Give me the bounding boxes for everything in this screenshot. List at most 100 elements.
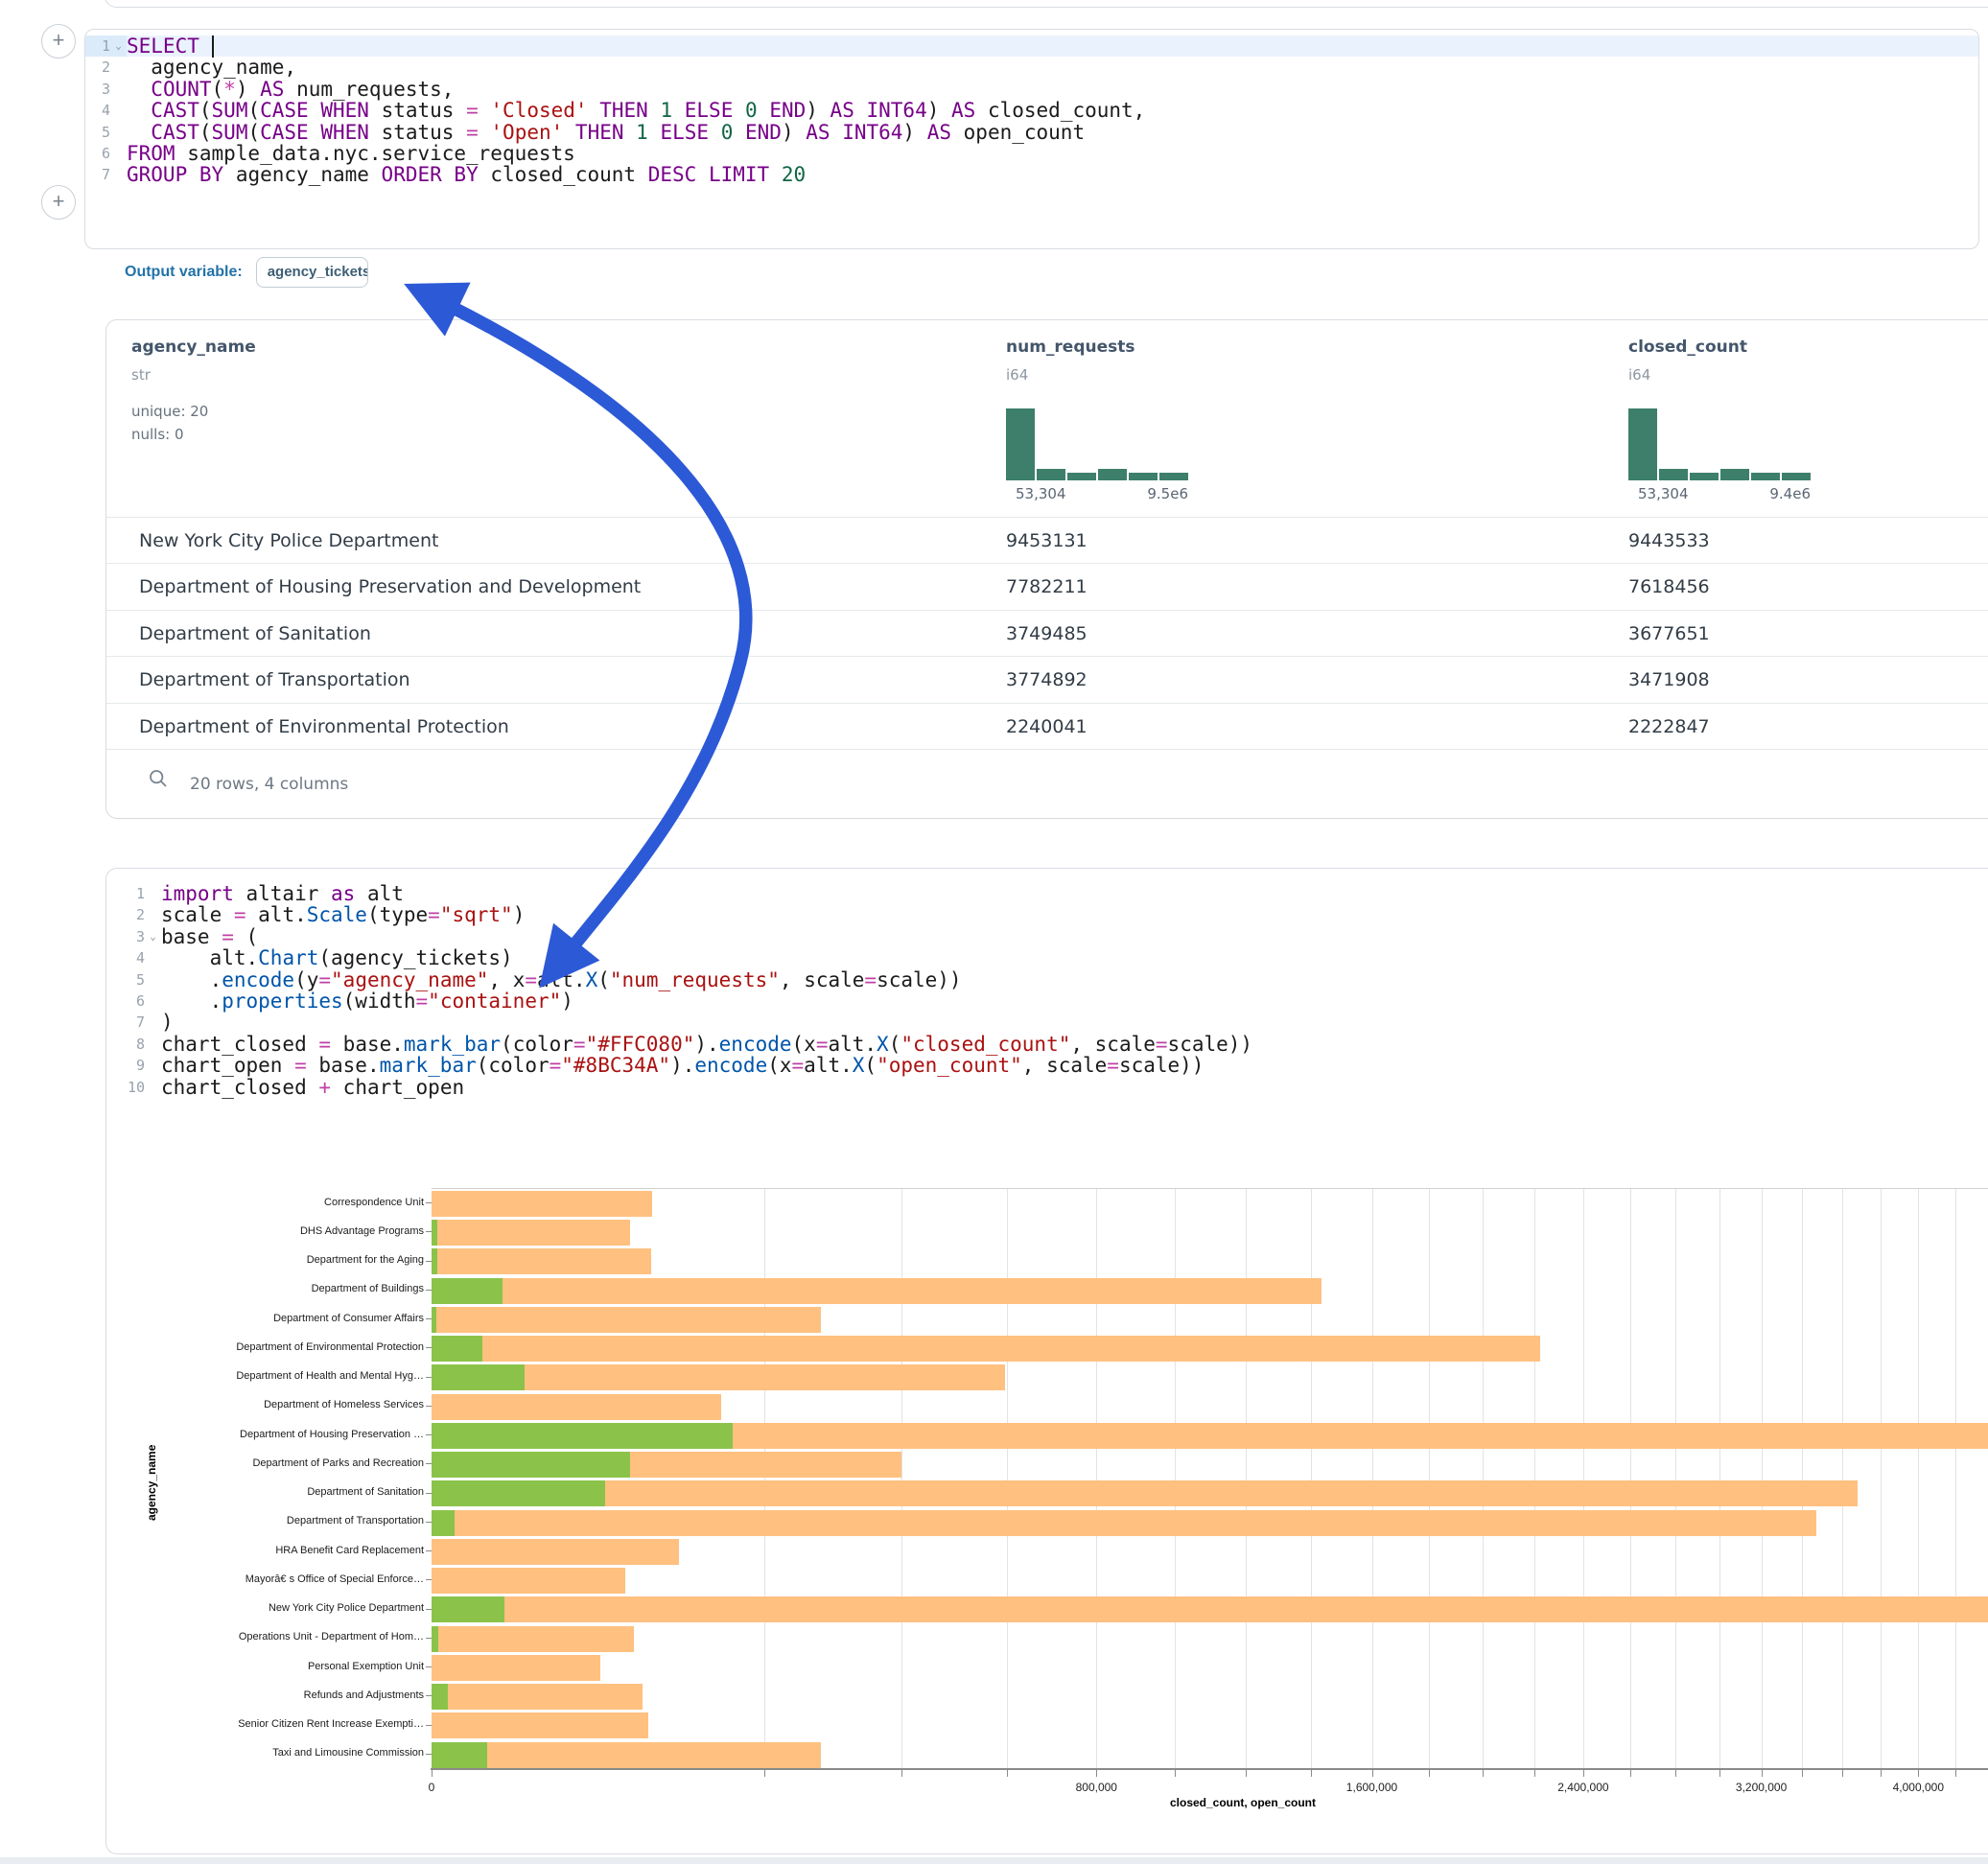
histogram-bar	[1159, 473, 1188, 480]
code-text: chart_open = base.mark_bar(color="#8BC34…	[161, 1055, 1988, 1076]
bar-closed-count	[432, 1655, 600, 1681]
code-token: (color	[477, 1054, 550, 1077]
add-cell-button-top[interactable]: +	[41, 24, 76, 58]
code-token: encode	[694, 1054, 767, 1077]
code-token: (y	[294, 968, 318, 991]
gridline	[1583, 1189, 1584, 1769]
code-text: COUNT(*) AS num_requests,	[127, 79, 1978, 100]
gridline	[1246, 1189, 1247, 1769]
code-token	[479, 121, 491, 144]
python-cell: 1import altair as alt2scale = alt.Scale(…	[105, 868, 1988, 1854]
code-token: =	[573, 1033, 586, 1056]
code-line: 7)	[106, 1012, 1988, 1033]
fold-chevron-icon[interactable]: ⌄	[145, 926, 161, 947]
code-token: encode	[719, 1033, 792, 1056]
code-token: (	[212, 78, 224, 101]
code-token: chart_closed	[161, 1033, 318, 1056]
fold-spacer	[145, 1077, 161, 1098]
y-axis-tick	[426, 1666, 432, 1667]
bar-closed-count	[432, 1248, 651, 1274]
x-axis-label: 800,000	[1076, 1781, 1117, 1794]
code-token: LIMIT	[709, 163, 769, 186]
code-text: chart_closed = base.mark_bar(color="#FFC…	[161, 1034, 1988, 1055]
code-token: SELECT	[127, 35, 199, 58]
x-axis-tick	[1372, 1770, 1373, 1777]
line-number: 5	[106, 969, 145, 990]
code-token: *	[223, 78, 236, 101]
fold-spacer	[145, 883, 161, 904]
table-row: Department of Environmental Protection22…	[106, 703, 1988, 751]
code-token: )	[927, 99, 951, 122]
table-cell: 3774892	[1006, 669, 1088, 690]
add-cell-button-middle[interactable]: +	[41, 185, 76, 220]
gridline	[1483, 1189, 1484, 1769]
code-token: base	[161, 925, 222, 948]
gridline	[1630, 1189, 1631, 1769]
histogram-bar	[1628, 408, 1657, 480]
x-axis-tick	[432, 1770, 433, 1777]
x-axis-tick	[1955, 1770, 1956, 1777]
fold-spacer	[145, 1034, 161, 1055]
code-token: BY	[454, 163, 478, 186]
code-token: chart_open	[161, 1054, 294, 1077]
output-variable-pill[interactable]: agency_tickets	[256, 257, 368, 288]
search-icon[interactable]	[149, 769, 168, 788]
code-token: INT64	[867, 99, 927, 122]
code-text: chart_closed + chart_open	[161, 1077, 1988, 1098]
histogram-bar	[1067, 473, 1096, 480]
code-token: closed_count,	[975, 99, 1145, 122]
y-axis-label: Department of Homeless Services	[106, 1399, 424, 1410]
x-axis-tick	[1881, 1770, 1882, 1777]
sql-code-editor[interactable]: 1⌄SELECT 2 agency_name,3 COUNT(*) AS num…	[85, 35, 1978, 186]
fold-spacer	[110, 100, 127, 121]
code-token	[127, 78, 151, 101]
x-axis-tick	[1630, 1770, 1631, 1777]
python-code-editor[interactable]: 1import altair as alt2scale = alt.Scale(…	[106, 883, 1988, 1098]
code-token: 20	[782, 163, 806, 186]
code-token: CAST	[151, 121, 199, 144]
bar-closed-count	[432, 1480, 1858, 1506]
code-token: )	[561, 990, 573, 1013]
code-line: 3⌄base = (	[106, 926, 1988, 947]
column-header-agency-name[interactable]: agency_name	[131, 338, 256, 357]
line-number: 9	[106, 1055, 145, 1076]
code-token: ORDER	[382, 163, 442, 186]
code-token: (color	[501, 1033, 573, 1056]
code-token: as	[331, 882, 355, 905]
column-stat-nulls: nulls: 0	[131, 426, 184, 443]
code-token: properties	[222, 990, 342, 1013]
code-token: status	[369, 99, 466, 122]
y-axis-tick	[426, 1202, 432, 1203]
y-axis-tick	[426, 1609, 432, 1610]
code-token: AS	[951, 99, 975, 122]
code-text: agency_name,	[127, 57, 1978, 78]
code-token: (width	[343, 990, 416, 1013]
y-axis-tick	[426, 1318, 432, 1319]
code-token: INT64	[842, 121, 902, 144]
bar-open-count	[432, 1336, 482, 1362]
bar-closed-count	[432, 1336, 1540, 1362]
code-token: scale))	[877, 968, 962, 991]
gridline	[1955, 1189, 1956, 1769]
code-token: 1	[636, 121, 648, 144]
gridline	[901, 1189, 902, 1769]
bar-open-count	[432, 1220, 437, 1246]
bar-closed-count	[432, 1220, 630, 1246]
x-axis-tick	[1675, 1770, 1676, 1777]
code-line: 6 .properties(width="container")	[106, 990, 1988, 1012]
code-token: .	[161, 990, 222, 1013]
code-token: =	[550, 1054, 562, 1077]
code-token	[648, 121, 661, 144]
column-header-closed-count[interactable]: closed_count	[1628, 338, 1747, 357]
x-axis-tick	[1246, 1770, 1247, 1777]
column-header-num-requests[interactable]: num_requests	[1006, 338, 1135, 357]
fold-chevron-icon[interactable]: ⌄	[110, 35, 127, 57]
code-token: base.	[331, 1033, 404, 1056]
code-token: (	[199, 121, 212, 144]
code-token: =	[816, 1033, 829, 1056]
line-number: 2	[106, 904, 145, 925]
code-text: CAST(SUM(CASE WHEN status = 'Open' THEN …	[127, 122, 1978, 143]
code-token: (	[597, 968, 610, 991]
bar-open-count	[432, 1742, 487, 1768]
code-token: "#FFC080"	[586, 1033, 695, 1056]
